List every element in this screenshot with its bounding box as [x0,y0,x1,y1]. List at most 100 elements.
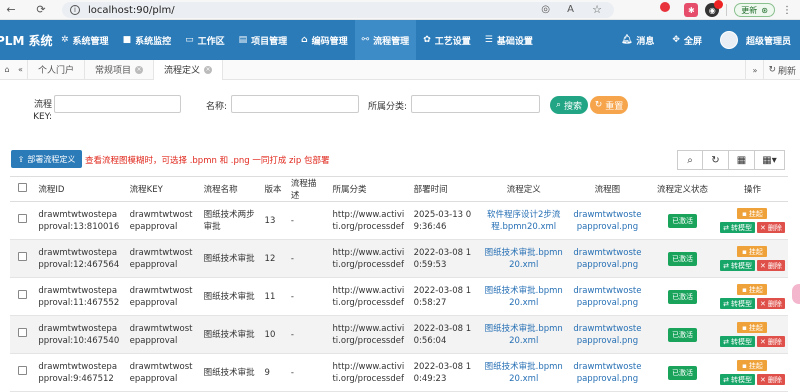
delete-button[interactable]: ✕ 删除 [756,374,785,385]
tab-portal[interactable]: 个人门户 [28,59,86,80]
extension-icon[interactable]: ✱ [684,3,699,17]
info-icon[interactable]: i [70,5,80,15]
definition-link[interactable]: 图纸技术审批.bpmn20.xml [485,248,563,270]
menu-label: 项目管理 [251,36,288,47]
menu-basic-settings[interactable]: ☰ 基础设置 [478,20,540,60]
col-header[interactable]: 流程KEY [125,176,200,202]
reset-label: 重置 [605,101,624,112]
row-checkbox[interactable] [17,252,27,261]
bell-icon: 🔔︎ [620,35,633,45]
category-input[interactable] [411,95,540,113]
diagram-link[interactable]: drawmtwtwostepapproval.png [573,324,641,346]
delete-button[interactable]: ✕ 删除 [756,298,785,309]
update-button[interactable]: 更新 ⊛ [734,3,775,17]
messages-button[interactable]: 🔔︎ 消息 [612,20,663,60]
refresh-icon[interactable]: ↻ [703,150,729,170]
table-row[interactable]: drawmtwtwostepapproval:11:467552 drawmtwt… [10,277,788,316]
profile-extension-icon[interactable]: ◉ [705,0,724,17]
select-all-checkbox[interactable] [17,183,27,192]
suspend-button[interactable]: ▪ 挂起 [737,208,768,219]
tracking-icon[interactable]: ◎ [541,4,550,15]
col-header[interactable]: 部署时间 [409,176,481,202]
row-checkbox[interactable] [17,214,27,223]
fullscreen-button[interactable]: ✥ 全屏 [663,20,711,60]
tab-process-definition[interactable]: 流程定义 × [154,59,224,80]
col-header[interactable]: 流程ID [34,176,126,202]
process-desc: - [286,277,329,316]
tabs-scroll-right-icon[interactable]: » [745,60,763,80]
menu-label: 工作区 [197,36,225,47]
suspend-button[interactable]: ▪ 挂起 [737,360,768,371]
col-header[interactable]: 所属分类 [328,176,410,202]
back-icon[interactable]: ← [4,3,18,17]
col-header[interactable]: 流程图 [566,176,648,202]
toggle-view-icon[interactable]: ▦ [729,150,755,170]
diagram-link[interactable]: drawmtwtwostepapproval.png [573,210,641,232]
col-header[interactable]: 操作 [716,176,788,202]
row-checkbox[interactable] [17,290,27,299]
diagram-link[interactable]: drawmtwtwostepapproval.png [573,248,641,270]
name-input[interactable] [231,95,359,113]
definition-link[interactable]: 软件程序设计2步流程.bpmn20.xml [487,210,560,232]
process-id: drawmtwtwostepapproval:13:810016 [34,201,126,240]
table-row[interactable]: drawmtwtwostepapproval:12:467564 drawmtwt… [10,239,788,278]
col-header[interactable]: 流程定义状态 [647,176,717,202]
col-header[interactable]: 版本 [260,176,287,202]
suspend-button[interactable]: ▪ 挂起 [737,284,768,295]
reset-button[interactable]: ↻ 重置 [590,96,628,114]
menu-system-monitor[interactable]: ■ 系统监控 [116,20,179,60]
row-checkbox[interactable] [17,366,27,375]
delete-button[interactable]: ✕ 删除 [756,260,785,271]
table-row[interactable]: drawmtwtwostepapproval:13:810016 drawmtwt… [10,201,788,240]
suspend-button[interactable]: ▪ 挂起 [737,322,768,333]
menu-process-manage[interactable]: ⚯ 流程管理 [354,20,417,60]
definition-link[interactable]: 图纸技术审批.bpmn20.xml [485,286,563,308]
table-tools: ⌕ ↻ ▦ ▦▾ [677,150,785,170]
col-header[interactable]: 流程描述 [286,176,329,202]
columns-icon[interactable]: ▦▾ [755,150,785,170]
favorite-star-icon[interactable]: ☆ [592,3,602,16]
convert-model-button[interactable]: ⇄ 转模型 [720,222,755,233]
convert-model-button[interactable]: ⇄ 转模型 [720,336,755,347]
menu-craft-settings[interactable]: ✿ 工艺设置 [416,20,478,60]
deploy-button[interactable]: ⇪ 部署流程定义 [11,150,82,168]
reload-icon[interactable]: ⟳ [34,3,48,17]
user-menu[interactable]: 超级管理员 [711,20,800,60]
diagram-link[interactable]: drawmtwtwostepapproval.png [573,286,641,308]
home-icon[interactable]: ⌂ [0,65,14,74]
menu-system-manage[interactable]: ✲ 系统管理 [54,20,116,60]
delete-button[interactable]: ✕ 删除 [756,222,785,233]
menu-workspace[interactable]: ▭ 工作区 [178,20,232,60]
delete-label: 删除 [767,223,782,232]
close-icon[interactable]: × [204,65,213,74]
refresh-button[interactable]: ↻ 刷新 [763,60,800,80]
close-icon[interactable]: × [135,65,144,74]
table-row[interactable]: drawmtwtwostepapproval:9:467512 drawmtwtw… [10,353,788,392]
address-bar[interactable]: i localhost:90/plm/ A ☆ ◎ [62,2,614,18]
menu-code-manage[interactable]: ⌂ 编码管理 [294,20,354,60]
convert-model-button[interactable]: ⇄ 转模型 [720,298,755,309]
menu-project-manage[interactable]: ▤ 项目管理 [232,20,295,60]
search-toggle-icon[interactable]: ⌕ [677,150,703,170]
table-row[interactable]: drawmtwtwostepapproval:10:467540 drawmtwt… [10,315,788,354]
col-header[interactable]: 流程名称 [199,176,261,202]
exchange-icon: ⇄ [723,375,729,384]
convert-model-button[interactable]: ⇄ 转模型 [720,374,755,385]
definition-link[interactable]: 图纸技术审批.bpmn20.xml [485,362,563,384]
more-icon[interactable]: ⋮ [782,5,792,16]
diagram-link[interactable]: drawmtwtwostepapproval.png [573,362,641,384]
read-aloud-icon[interactable]: A [567,4,574,15]
suspend-button[interactable]: ▪ 挂起 [737,246,768,257]
search-button[interactable]: ⌕ 搜索 [550,96,588,114]
tabs-scroll-left-icon[interactable]: « [14,59,28,80]
side-widget[interactable] [792,284,800,304]
convert-model-button[interactable]: ⇄ 转模型 [720,260,755,271]
delete-button[interactable]: ✕ 删除 [756,336,785,347]
tab-general-project[interactable]: 常规项目 × [85,59,155,80]
pause-icon: ▪ [742,285,747,294]
col-header[interactable]: 流程定义 [480,176,567,202]
row-checkbox[interactable] [17,328,27,337]
definition-link[interactable]: 图纸技术审批.bpmn20.xml [485,324,563,346]
key-input[interactable] [54,95,181,113]
list-icon: ☰ [484,35,493,45]
